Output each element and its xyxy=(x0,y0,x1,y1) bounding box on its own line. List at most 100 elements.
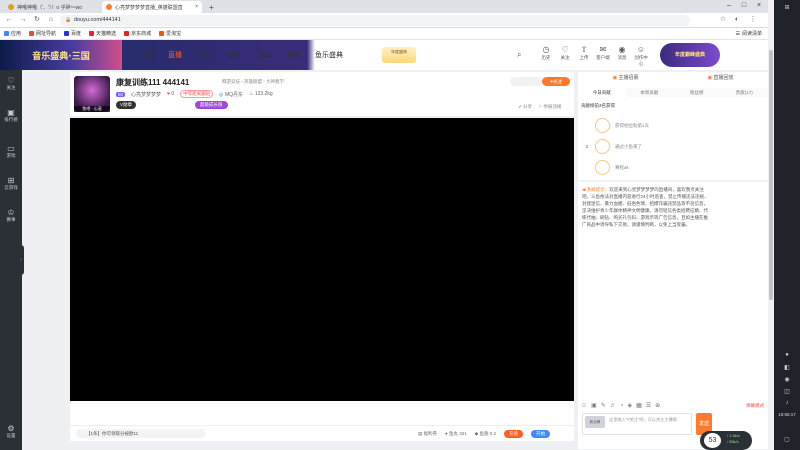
game-icon: ▭ xyxy=(7,144,15,153)
close-tab-icon[interactable]: × xyxy=(195,4,198,10)
clock-icon[interactable]: ◔ xyxy=(620,403,624,409)
plus-icon[interactable]: ⊕ xyxy=(655,402,660,409)
bookmark-item[interactable]: 应用 xyxy=(4,30,21,37)
tab-today[interactable]: 今日贡献 xyxy=(578,88,626,97)
growth-button[interactable]: 超级成长值 xyxy=(195,101,228,109)
bookmark-item[interactable]: 天猫精选 xyxy=(89,30,116,37)
home-icon[interactable]: ⌂ xyxy=(46,15,56,25)
bookmark-icon xyxy=(124,31,130,36)
nav-festival[interactable]: 鱼乐盛典 xyxy=(315,50,343,60)
image-icon[interactable]: ▣ xyxy=(591,402,597,409)
clock-time[interactable]: 19:56:17 xyxy=(774,412,800,417)
gem-icon[interactable]: ◈ xyxy=(627,402,632,409)
tab-replay[interactable]: ▣ 直播回放 xyxy=(673,74,768,83)
history-button[interactable]: ◷ 历史 xyxy=(538,45,554,67)
reload-icon[interactable]: ↻ xyxy=(32,15,42,25)
rank-row[interactable]: 2 通过小鱼来了 xyxy=(584,139,642,154)
list-icon[interactable]: ☰ xyxy=(646,402,651,409)
room-category[interactable]: 网游竞技 › 英雄联盟 › 大神教学 xyxy=(222,79,284,85)
sidebar-item-follow[interactable]: ♡ 关注 xyxy=(0,76,22,91)
message-button[interactable]: ◉ 消息 xyxy=(614,45,630,67)
fishball-count: ● 鱼丸 321 xyxy=(445,431,467,436)
forward-icon[interactable]: → xyxy=(18,15,28,25)
creator-button[interactable]: ☺ 创作中心 xyxy=(633,45,649,67)
notification-icon[interactable]: ▢ xyxy=(774,436,800,443)
menu-icon[interactable]: ⋮ xyxy=(748,15,758,25)
sidebar-item-rank[interactable]: ▣ 排行榜 xyxy=(0,108,22,123)
sidebar-item-events[interactable]: ♔ 赛事 xyxy=(0,208,22,223)
streamer-name[interactable]: 心亮梦梦梦梦 xyxy=(131,91,161,98)
follow-button[interactable]: ♥关注 xyxy=(542,77,570,86)
video-player[interactable] xyxy=(70,118,574,401)
gamepad-icon: ⊞ xyxy=(7,176,15,185)
browser-tab-2[interactable]: 心亮梦梦梦梦直播_英雄联盟直 × xyxy=(102,1,202,13)
gift-message[interactable]: 【1条】你可领取分被欧11 xyxy=(76,429,206,438)
tray-app-icon[interactable]: ◧ xyxy=(774,364,800,371)
nav-category[interactable]: 分类· xyxy=(196,50,212,60)
url-input[interactable]: 🔒 douyu.com/444141 xyxy=(60,15,690,26)
tab-fans[interactable]: 粉丝榜 xyxy=(673,88,721,97)
grid-icon[interactable]: ▦ xyxy=(636,402,642,409)
back-icon[interactable]: ← xyxy=(4,15,14,25)
new-tab-button[interactable]: + xyxy=(205,1,218,13)
replay-icon: ▣ xyxy=(707,75,713,81)
mic-icon[interactable]: ● xyxy=(774,352,800,358)
event-banner[interactable]: 音乐盛典·三国 xyxy=(0,40,122,70)
emoji-icon[interactable]: ☺ xyxy=(581,403,587,409)
header-event-badge[interactable]: 年度巅峰盛典 xyxy=(660,43,720,67)
danmaku-mode-toggle[interactable]: 弹幕模式 xyxy=(746,403,764,409)
windows-icon[interactable]: ⊞ xyxy=(774,4,800,11)
sidebar-item-game[interactable]: ▭ 游戏 xyxy=(0,144,22,159)
tab-favicon-icon xyxy=(8,4,14,10)
bookmark-item[interactable]: 京东商城 xyxy=(124,30,151,37)
pen-icon[interactable]: ✎ xyxy=(601,402,606,409)
tab-week[interactable]: 本周贡献 xyxy=(626,88,674,97)
bookmark-item[interactable]: 百度 xyxy=(64,30,81,37)
start-button[interactable]: 开始 xyxy=(531,430,551,438)
tray-app-icon[interactable]: ◉ xyxy=(774,376,800,383)
scroll-thumb[interactable] xyxy=(769,50,773,300)
nav-game[interactable]: 游戏· xyxy=(257,50,273,60)
minimize-button[interactable]: – xyxy=(722,1,736,11)
nav-fishbar[interactable]: 鱼吧 xyxy=(287,50,301,60)
reading-list[interactable]: ☰ 阅读清单 xyxy=(736,30,763,38)
bookmark-item[interactable]: 爱淘宝 xyxy=(159,30,181,37)
header-icons: ◷ 历史 ♡ 关注 ⇧ 上传 ✉ 客户端 ◉ 消息 ☺ 创作中心 xyxy=(538,45,649,67)
network-speed-widget[interactable]: 53 ↑ 1.5k/s ↓ 55k/s xyxy=(700,431,752,450)
follow-button[interactable]: ♡ 关注 xyxy=(557,45,573,67)
profile-icon[interactable]: ◐ xyxy=(732,15,742,25)
client-button[interactable]: ✉ 客户端 xyxy=(595,45,611,67)
volume-icon[interactable]: ♪ xyxy=(774,400,800,406)
rank-row[interactable]: 赛程ak xyxy=(584,160,629,175)
share-button[interactable]: ⇗ 分享 xyxy=(518,104,532,110)
search-icon[interactable]: ⌕ xyxy=(517,50,521,60)
sidebar-toggle-button[interactable]: ‹ xyxy=(18,245,24,275)
tab-noble[interactable]: 贵族(17) xyxy=(721,88,769,97)
fans-coupon[interactable]: ▤ 福利券 xyxy=(418,431,437,437)
v-badge[interactable]: V勋章 xyxy=(116,101,137,109)
star-icon[interactable]: ☆ xyxy=(718,15,728,25)
network-icon[interactable]: ◫ xyxy=(774,388,800,395)
rank-row[interactable]: 获得他位助第1天 xyxy=(584,118,649,133)
room-tag[interactable]: 中等距离蹦哒 xyxy=(180,90,214,98)
bulb-icon: ◉ xyxy=(618,45,626,54)
system-label: ◀ 系统提示： xyxy=(582,187,610,192)
tab-recruit[interactable]: ▣ 主播招募 xyxy=(578,74,673,83)
nav-home[interactable]: 首页 xyxy=(140,50,154,60)
close-window-button[interactable]: × xyxy=(752,1,766,11)
browser-tab-1[interactable]: 神哦神哦（'、'）〉o 乎碎～wo xyxy=(4,1,89,13)
chat-input[interactable]: 粉丝牌 这里输入“#关注”吧，可以关注主播哦 xyxy=(582,413,692,435)
nav-live[interactable]: 直播 xyxy=(168,50,182,60)
music-icon[interactable]: ♬ xyxy=(610,403,616,409)
bookmark-item[interactable]: 网址导航 xyxy=(29,30,56,37)
nav-video[interactable]: 视频· xyxy=(226,50,242,60)
sidebar-item-cloud-game[interactable]: ⊞ 云游戏 xyxy=(0,176,22,191)
report-icon: ⚐ xyxy=(538,104,543,109)
report-button[interactable]: ⚐ 举报违规 xyxy=(538,104,561,110)
maximize-button[interactable]: □ xyxy=(737,1,751,11)
upload-button[interactable]: ⇧ 上传 xyxy=(576,45,592,67)
promo-tag[interactable]: 年度盛典 xyxy=(382,47,416,63)
recharge-button[interactable]: 充值 xyxy=(504,430,524,438)
fan-badge-chip[interactable]: 粉丝牌 xyxy=(585,416,605,428)
sidebar-item-settings[interactable]: ⚙ 设置 xyxy=(0,424,22,439)
